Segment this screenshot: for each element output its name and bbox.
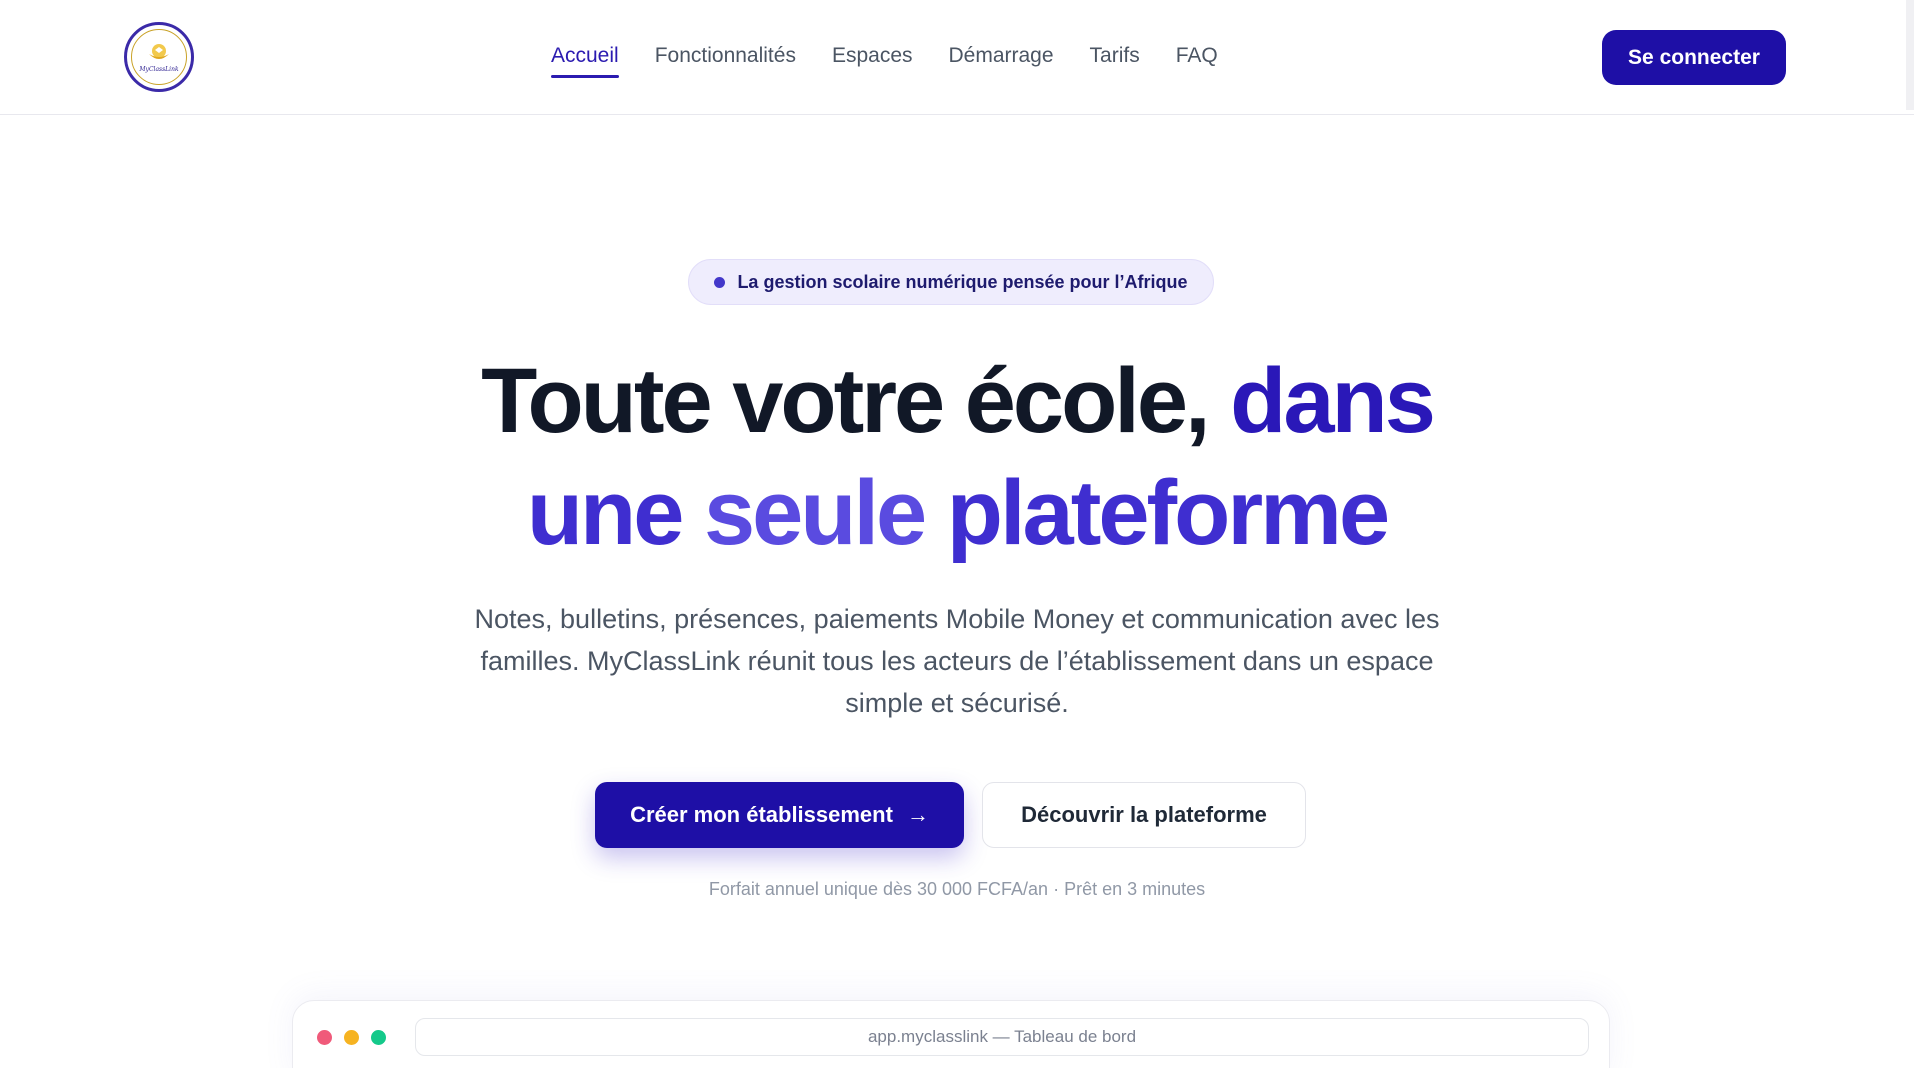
logo-emblem: MyClassLink xyxy=(131,29,187,85)
window-minimize-dot-icon xyxy=(344,1030,359,1045)
hero-subtitle: Notes, bulletins, présences, paiements M… xyxy=(474,604,1440,718)
logo[interactable]: MyClassLink xyxy=(124,22,194,92)
window-maximize-dot-icon xyxy=(371,1030,386,1045)
nav-demarrage[interactable]: Démarrage xyxy=(949,44,1054,78)
headline-part-4: seule xyxy=(703,462,927,564)
headline-part-5: plateforme xyxy=(924,462,1390,564)
nav-accueil[interactable]: Accueil xyxy=(551,44,619,78)
preview-url-bar: app.myclasslink — Tableau de bord xyxy=(415,1018,1589,1056)
dashboard-preview-window: app.myclasslink — Tableau de bord xyxy=(292,1000,1610,1068)
login-button[interactable]: Se connecter xyxy=(1602,30,1786,85)
nav-tarifs[interactable]: Tarifs xyxy=(1090,44,1140,78)
hero-badge: La gestion scolaire numérique pensée pou… xyxy=(688,259,1214,305)
logo-text: MyClassLink xyxy=(139,65,179,73)
headline-part-2: dans xyxy=(1230,350,1436,452)
nav-espaces[interactable]: Espaces xyxy=(832,44,913,78)
scrollbar[interactable] xyxy=(1906,0,1914,110)
window-close-dot-icon xyxy=(317,1030,332,1045)
create-school-button[interactable]: Créer mon établissement → xyxy=(595,782,964,848)
badge-text: La gestion scolaire numérique pensée pou… xyxy=(737,271,1188,292)
nav-fonctionnalites[interactable]: Fonctionnalités xyxy=(655,44,796,78)
headline-part-3: une xyxy=(526,462,704,564)
hero-headline: Toute votre école, dans une seule platef… xyxy=(0,345,1914,569)
badge-dot-icon xyxy=(714,276,726,288)
nav-faq[interactable]: FAQ xyxy=(1176,44,1218,78)
discover-platform-button[interactable]: Découvrir la plateforme xyxy=(982,782,1306,848)
create-school-label: Créer mon établissement xyxy=(630,802,893,827)
main-nav: Accueil Fonctionnalités Espaces Démarrag… xyxy=(551,44,1218,78)
arrow-right-icon: → xyxy=(906,802,929,827)
school-emblem-icon xyxy=(149,43,169,59)
site-header: MyClassLink Accueil Fonctionnalités Espa… xyxy=(0,0,1914,115)
pricing-note: Forfait annuel unique dès 30 000 FCFA/an… xyxy=(708,879,1206,899)
headline-part-1: Toute votre école, xyxy=(481,350,1231,452)
